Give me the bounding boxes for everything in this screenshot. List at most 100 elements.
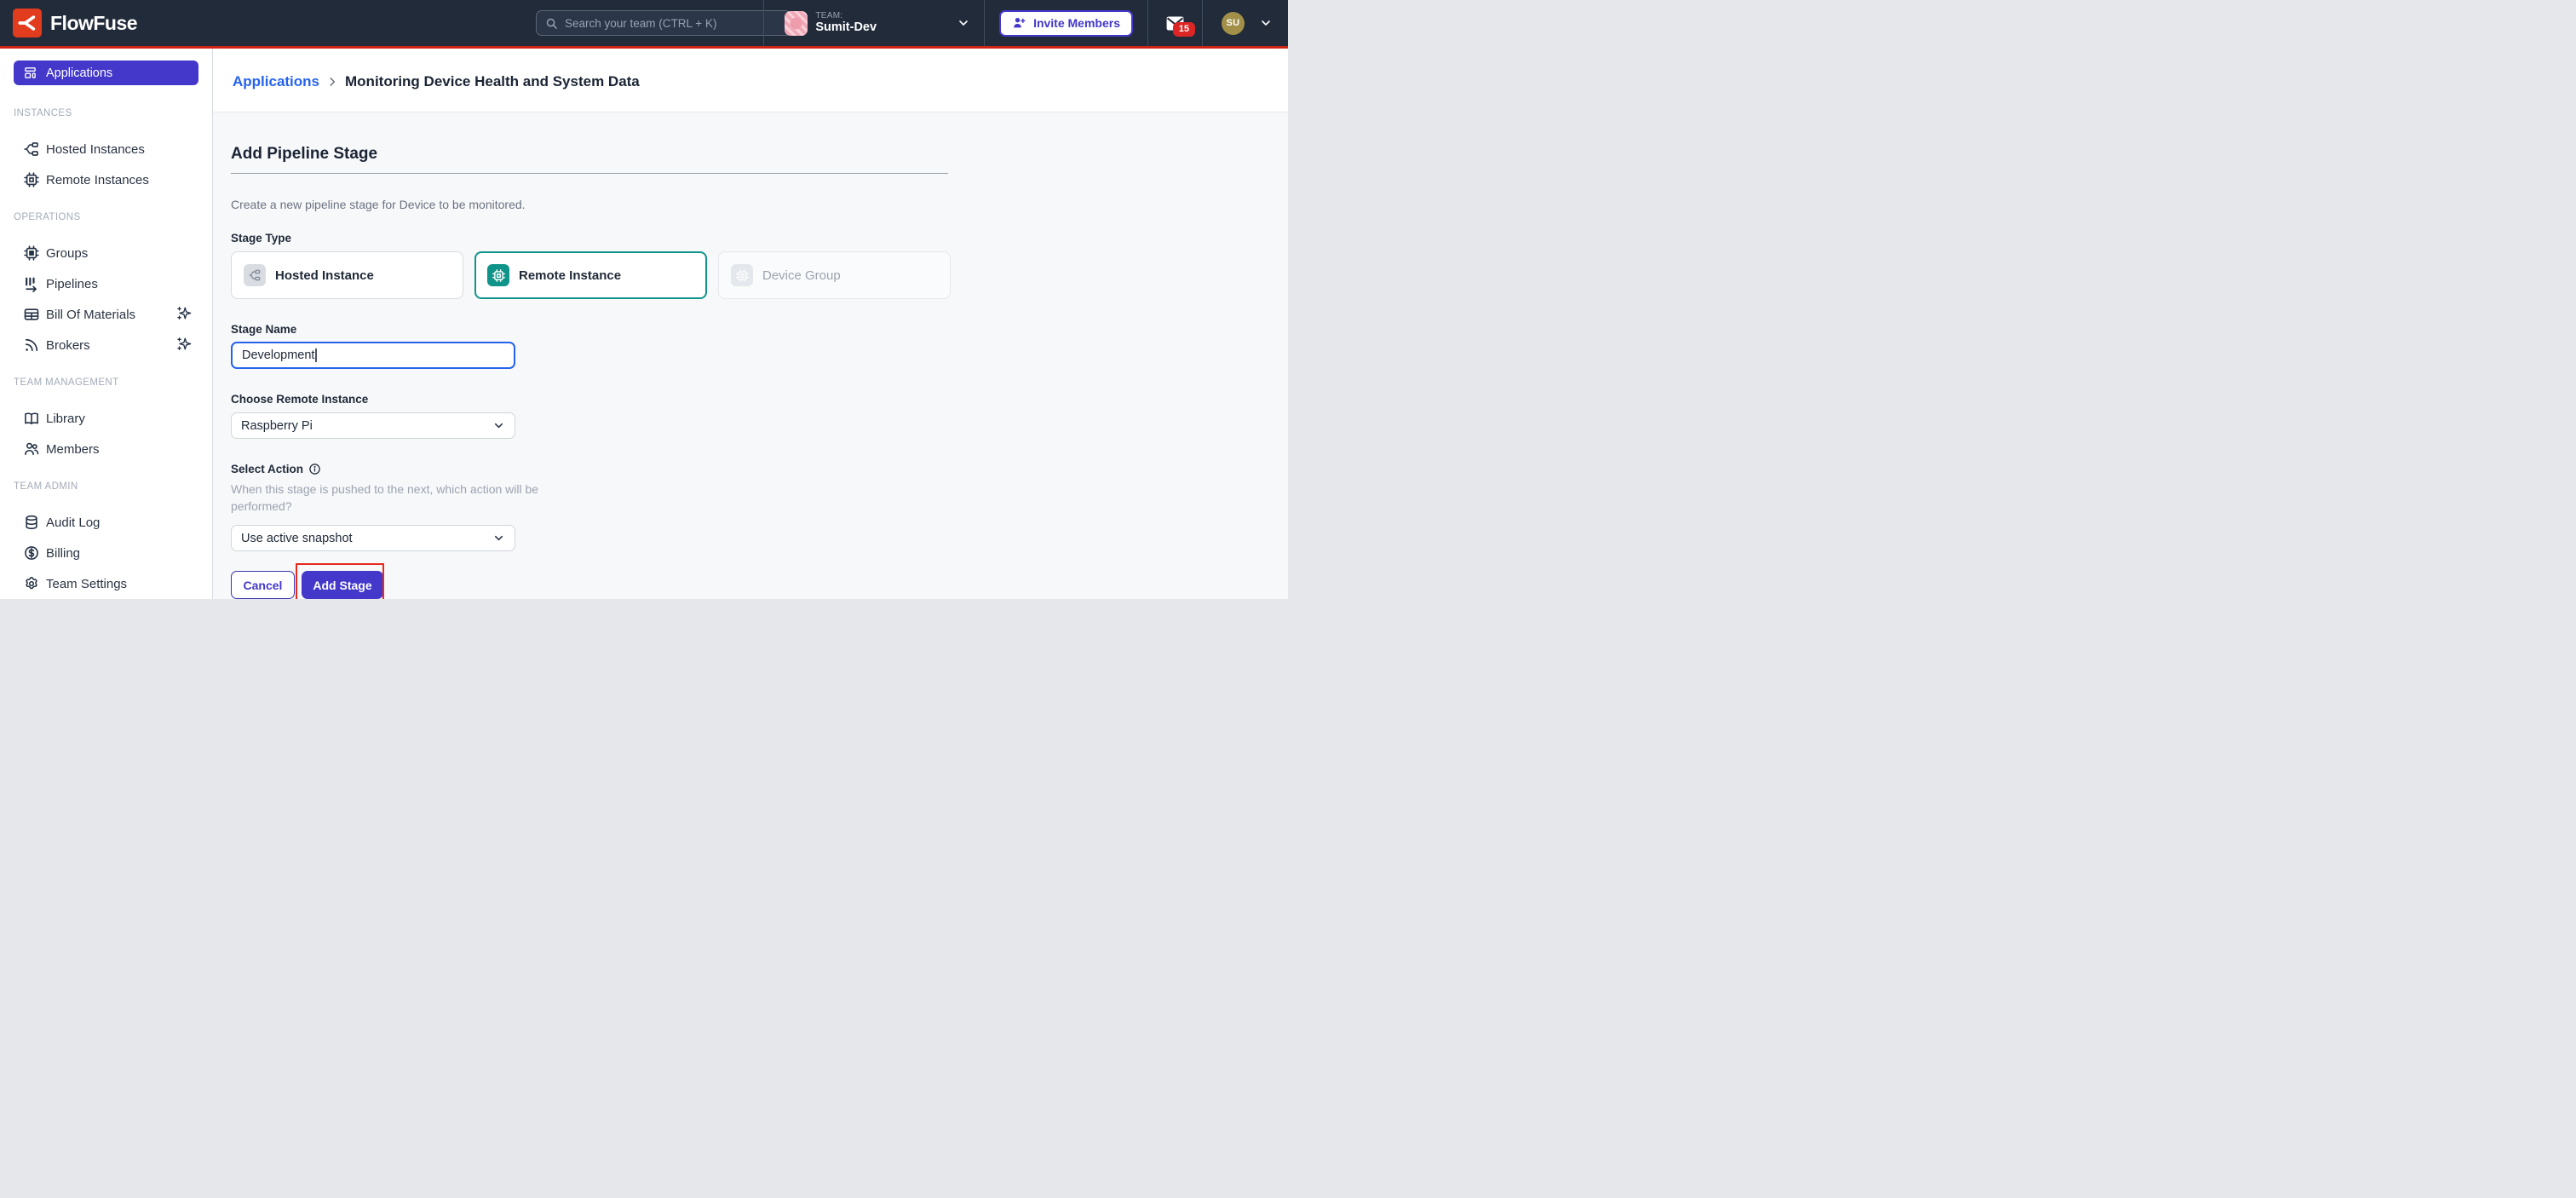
sidebar-item-remote-instances[interactable]: Remote Instances — [23, 170, 212, 189]
chevron-down-icon — [492, 532, 505, 544]
breadcrumb-applications-link[interactable]: Applications — [233, 73, 319, 90]
invite-members-label: Invite Members — [1033, 16, 1120, 30]
remote-instance-value: Raspberry Pi — [241, 419, 313, 433]
sidebar-section-operations: OPERATIONS — [14, 212, 198, 222]
sidebar-item-applications[interactable]: Applications — [14, 60, 198, 85]
users-icon — [23, 441, 40, 458]
form-actions: Cancel Add Stage — [231, 571, 1288, 599]
select-action-label: Select Action — [231, 463, 1288, 475]
add-pipeline-stage-form: Add Pipeline Stage Create a new pipeline… — [213, 112, 1288, 600]
user-plus-icon — [1012, 16, 1026, 30]
sidebar-item-team-settings[interactable]: Team Settings — [23, 574, 212, 593]
notification-badge: 15 — [1173, 22, 1195, 37]
stage-type-hosted-instance[interactable]: Hosted Instance — [231, 251, 463, 299]
table-icon — [23, 306, 40, 323]
stage-type-options: Hosted Instance Remote Instance — [231, 251, 1288, 299]
brand[interactable]: FlowFuse — [0, 9, 137, 37]
sparkles-icon — [176, 305, 193, 321]
remote-instance-icon — [487, 264, 509, 286]
stage-name-input[interactable]: Development — [231, 342, 515, 369]
currency-dollar-icon — [23, 544, 40, 562]
sidebar-item-label: Team Settings — [46, 577, 127, 591]
sidebar-item-groups[interactable]: Groups — [23, 244, 212, 262]
stage-type-label: Stage Type — [231, 232, 1288, 245]
sidebar-item-label: Pipelines — [46, 277, 98, 291]
info-icon[interactable] — [308, 463, 321, 475]
remote-instance-select[interactable]: Raspberry Pi — [231, 412, 515, 439]
page-header: Applications Monitoring Device Health an… — [213, 49, 1288, 112]
sidebar-section-instances: INSTANCES — [14, 108, 198, 118]
stage-name-value: Development — [242, 348, 314, 362]
sidebar-item-label: Applications — [46, 66, 112, 80]
form-description: Create a new pipeline stage for Device t… — [231, 198, 1288, 211]
stage-name-label: Stage Name — [231, 323, 1288, 336]
team-name: Sumit-Dev — [815, 20, 877, 35]
book-icon — [23, 410, 40, 427]
applications-icon — [23, 66, 37, 80]
sidebar-item-members[interactable]: Members — [23, 440, 212, 458]
select-action-help: When this stage is pushed to the next, w… — [231, 481, 565, 515]
flowfuse-app: FlowFuse TEAM: Sumit-Dev — [0, 0, 1288, 599]
chevron-down-icon — [492, 419, 505, 432]
select-action-label-text: Select Action — [231, 463, 303, 475]
user-menu[interactable]: SU — [1203, 0, 1288, 46]
text-cursor — [315, 348, 317, 362]
team-selector[interactable]: TEAM: Sumit-Dev — [764, 0, 984, 46]
search-bar[interactable] — [536, 10, 791, 36]
invite-wrap: Invite Members — [985, 0, 1147, 46]
stage-type-option-label: Device Group — [762, 268, 841, 283]
invite-members-button[interactable]: Invite Members — [999, 10, 1133, 37]
device-group-icon — [23, 245, 40, 262]
sidebar-section-team-admin: TEAM ADMIN — [14, 481, 198, 492]
sidebar-item-label: Hosted Instances — [46, 142, 145, 157]
team-avatar — [785, 11, 808, 36]
pipelines-icon — [23, 275, 40, 292]
search-icon — [545, 17, 558, 30]
sidebar-item-label: Audit Log — [46, 515, 100, 530]
cancel-button[interactable]: Cancel — [231, 571, 295, 599]
cpu-chip-icon — [23, 171, 40, 188]
sidebar-item-label: Remote Instances — [46, 173, 149, 187]
sidebar-item-label: Members — [46, 442, 100, 457]
sidebar-item-label: Bill Of Materials — [46, 308, 135, 322]
rss-icon — [23, 337, 40, 354]
sidebar-item-library[interactable]: Library — [23, 409, 212, 428]
top-navbar: FlowFuse TEAM: Sumit-Dev — [0, 0, 1288, 49]
user-avatar: SU — [1222, 12, 1245, 35]
sidebar-item-hosted-instances[interactable]: Hosted Instances — [23, 140, 212, 158]
notifications-button[interactable]: 15 — [1148, 0, 1202, 46]
flowfuse-logo-icon — [13, 9, 42, 37]
form-title: Add Pipeline Stage — [231, 145, 1288, 164]
sidebar-item-billing[interactable]: Billing — [23, 544, 212, 562]
sidebar-section-team-management: TEAM MANAGEMENT — [14, 377, 198, 388]
stage-type-device-group: Device Group — [718, 251, 951, 299]
hosted-instance-icon — [244, 264, 266, 286]
sidebar-item-label: Brokers — [46, 338, 90, 353]
page-title: Monitoring Device Health and System Data — [345, 73, 640, 90]
stage-type-remote-instance[interactable]: Remote Instance — [474, 251, 707, 299]
main-panel: Applications Monitoring Device Health an… — [213, 49, 1288, 599]
sidebar-item-bill-of-materials[interactable]: Bill Of Materials — [23, 305, 212, 324]
database-icon — [23, 514, 40, 531]
sidebar-item-label: Billing — [46, 546, 80, 561]
sparkles-icon — [176, 336, 193, 352]
sidebar-item-pipelines[interactable]: Pipelines — [23, 274, 212, 293]
divider — [231, 173, 948, 175]
add-stage-button[interactable]: Add Stage — [302, 571, 383, 599]
stage-type-option-label: Remote Instance — [519, 268, 621, 283]
sidebar-item-brokers[interactable]: Brokers — [23, 336, 212, 354]
action-value: Use active snapshot — [241, 532, 353, 545]
gear-icon — [23, 575, 40, 592]
device-group-icon — [731, 264, 753, 286]
search-input[interactable] — [565, 17, 782, 30]
sidebar-item-audit-log[interactable]: Audit Log — [23, 513, 212, 532]
brand-name: FlowFuse — [50, 12, 137, 35]
breadcrumb: Applications Monitoring Device Health an… — [233, 73, 640, 90]
hosted-instance-icon — [23, 141, 40, 158]
chevron-down-icon — [1259, 16, 1273, 30]
navbar-right: TEAM: Sumit-Dev Invite Members — [763, 0, 1288, 46]
sidebar-item-label: Groups — [46, 246, 88, 261]
action-select[interactable]: Use active snapshot — [231, 525, 515, 551]
chevron-down-icon — [957, 16, 970, 30]
chevron-right-icon — [326, 76, 338, 88]
